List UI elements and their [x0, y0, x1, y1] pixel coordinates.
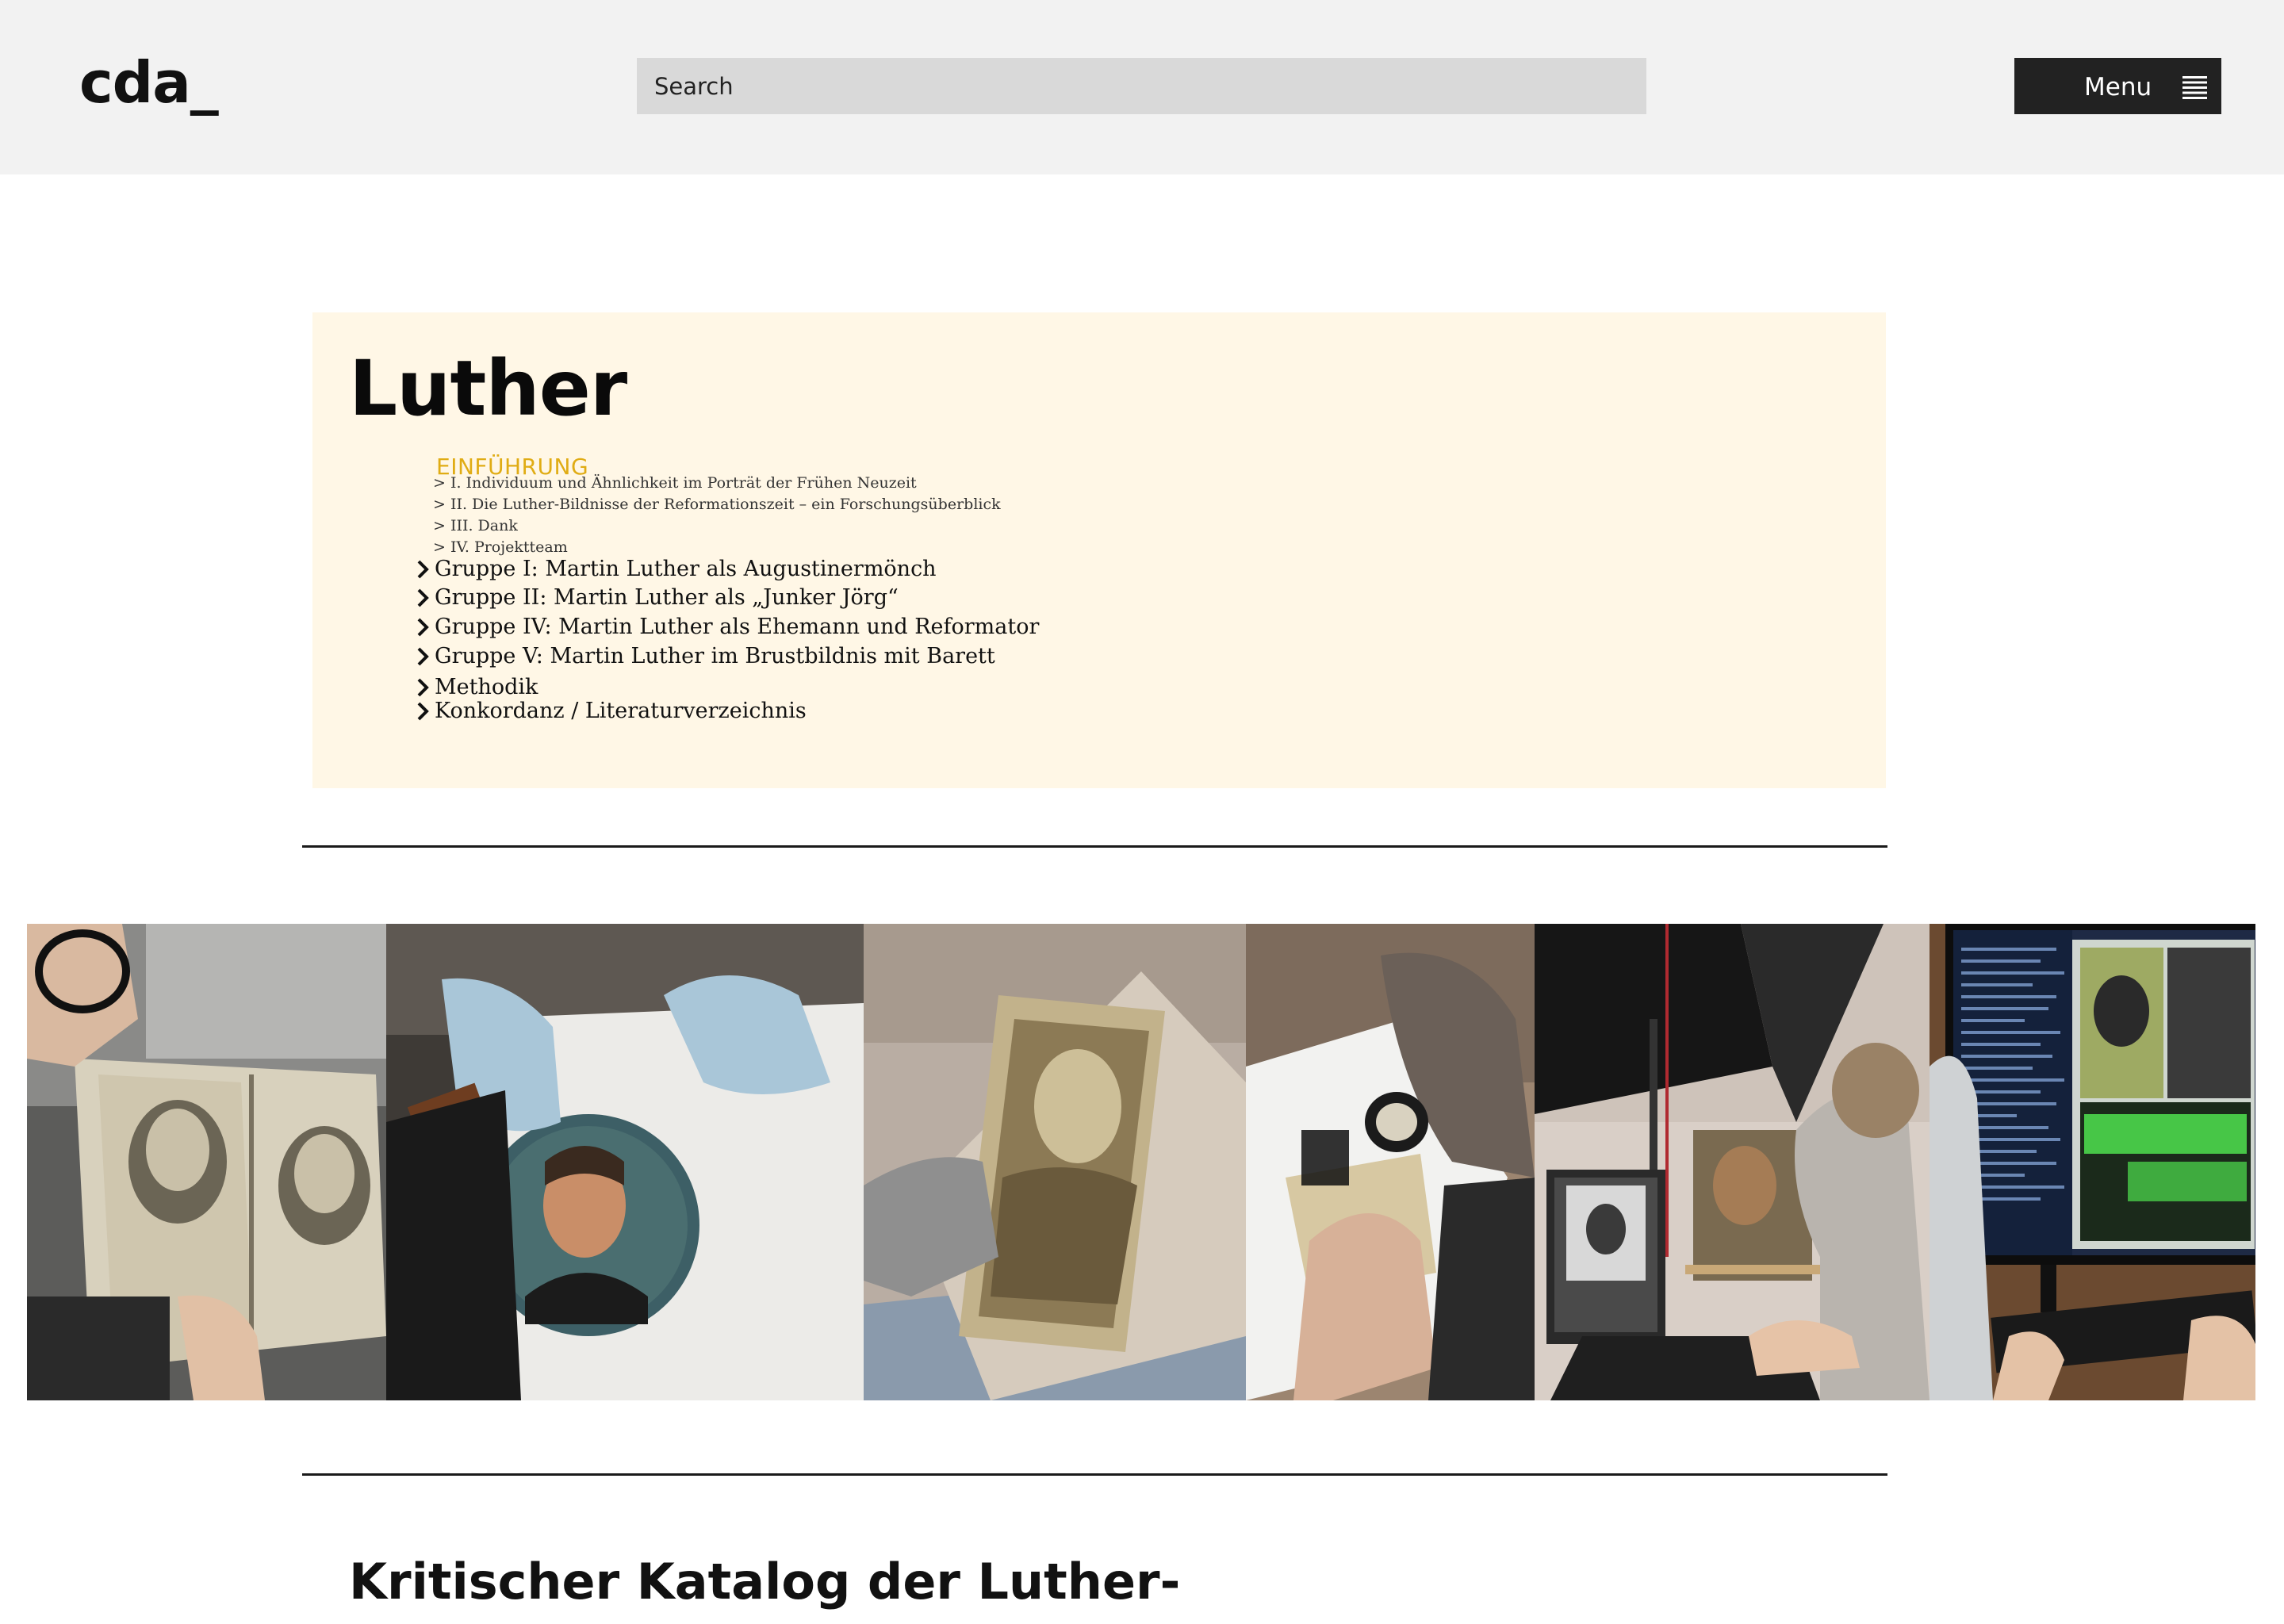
chevron-right-icon — [417, 702, 429, 720]
section-title: Kritischer Katalog der Luther- — [349, 1553, 1181, 1611]
toc-subsection-link[interactable]: > III. Dank — [433, 517, 518, 534]
intro-panel: Luther EINFÜHRUNG > I. Individuum und Äh… — [312, 312, 1886, 788]
menu-label: Menu — [2084, 73, 2152, 102]
toc-group-link[interactable]: Methodik — [414, 675, 538, 699]
hamburger-icon — [2182, 76, 2207, 99]
toc-group-label: Gruppe I: Martin Luther als Augustinermö… — [435, 557, 937, 581]
toc-group-link[interactable]: Gruppe II: Martin Luther als „Junker Jör… — [414, 585, 899, 610]
toc-subsection-link[interactable]: > II. Die Luther-Bildnisse der Reformati… — [433, 496, 1001, 513]
photo-engraving-light-table — [864, 924, 1246, 1400]
chevron-right-icon — [417, 588, 429, 607]
chevron-right-icon — [417, 678, 429, 696]
divider — [302, 1473, 1887, 1476]
chevron-right-icon — [417, 560, 429, 578]
chevron-right-icon — [417, 647, 429, 665]
photo-camera-setup — [1535, 924, 1930, 1400]
toc-group-label: Gruppe V: Martin Luther im Brustbildnis … — [435, 644, 995, 668]
photo-strip — [27, 924, 2255, 1400]
toc-subsection-link[interactable]: > IV. Projektteam — [433, 538, 568, 556]
chevron-right-icon — [417, 618, 429, 636]
page-title: Luther — [349, 344, 627, 433]
toc-group-label: Methodik — [435, 675, 538, 699]
toc-group-link[interactable]: Gruppe I: Martin Luther als Augustinermö… — [414, 557, 937, 581]
photo-gloved-hands-roundel — [386, 924, 864, 1400]
photo-magnifier-examination — [1246, 924, 1535, 1400]
search-input[interactable]: Search — [637, 58, 1646, 114]
divider — [302, 845, 1887, 848]
toc-group-label: Gruppe II: Martin Luther als „Junker Jör… — [435, 585, 899, 610]
toc-group-label: Konkordanz / Literaturverzeichnis — [435, 699, 807, 723]
toc-group-link[interactable]: Konkordanz / Literaturverzeichnis — [414, 699, 807, 723]
search-placeholder: Search — [654, 72, 734, 100]
menu-button[interactable]: Menu — [2014, 58, 2221, 114]
toc-group-link[interactable]: Gruppe IV: Martin Luther als Ehemann und… — [414, 615, 1039, 639]
site-header: cda_ Search Menu — [0, 0, 2284, 174]
toc-group-link[interactable]: Gruppe V: Martin Luther im Brustbildnis … — [414, 644, 995, 668]
photo-computer-analysis — [1930, 924, 2255, 1400]
toc-subsection-link[interactable]: > I. Individuum und Ähnlichkeit im Portr… — [433, 474, 917, 492]
toc-group-label: Gruppe IV: Martin Luther als Ehemann und… — [435, 615, 1040, 639]
site-logo[interactable]: cda_ — [79, 49, 219, 116]
photo-book-woodcut — [27, 924, 386, 1400]
